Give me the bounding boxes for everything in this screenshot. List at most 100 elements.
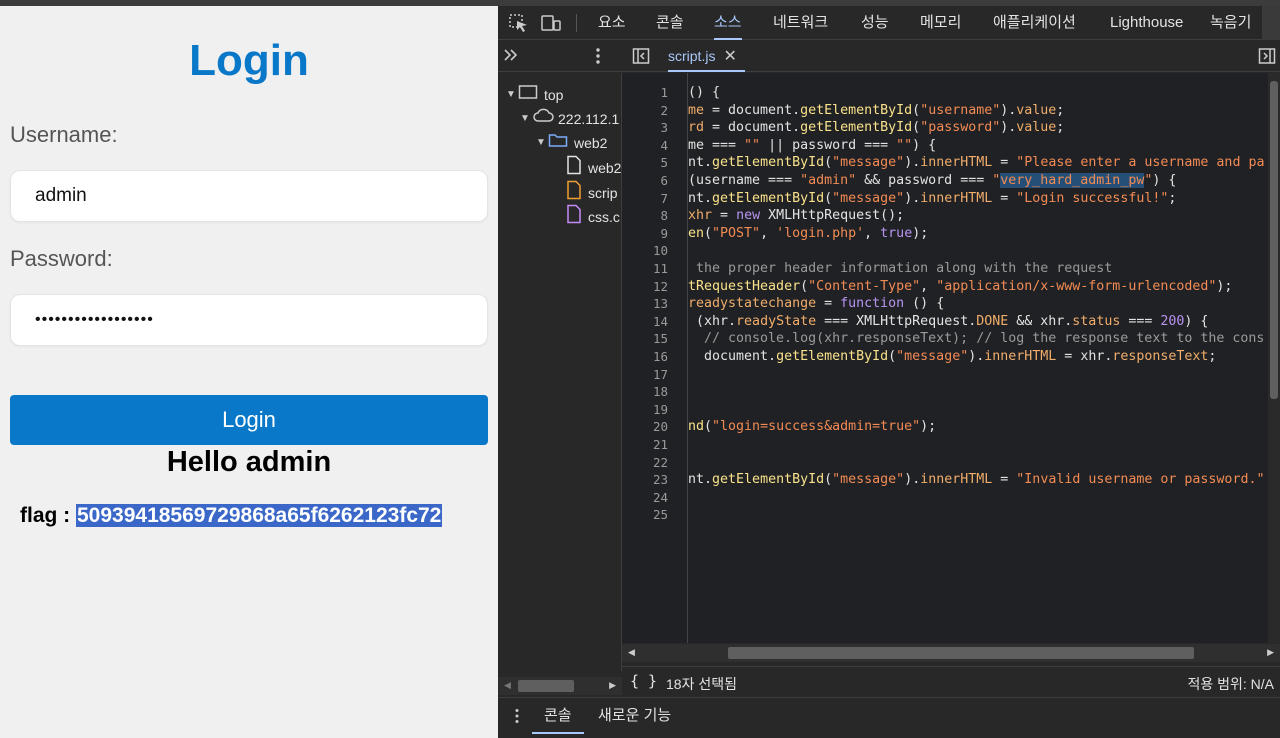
frame-icon xyxy=(518,83,538,107)
editor-vertical-scrollbar[interactable] xyxy=(1268,73,1280,643)
code-line-20: nd("login=success&admin=true"); xyxy=(688,419,937,435)
toggle-debugger-icon[interactable] xyxy=(1258,47,1276,68)
code-line-15: // console.log(xhr.responseText); // log… xyxy=(688,331,1265,347)
tab-elements[interactable]: 요소 xyxy=(598,6,626,40)
drawer-tab-whats-new[interactable]: 새로운 기능 xyxy=(598,698,671,734)
line-number[interactable]: 5 xyxy=(622,154,668,172)
selection-status: 18자 선택됨 xyxy=(666,676,737,692)
editor-horizontal-thumb[interactable] xyxy=(728,647,1194,659)
code-line-12: tRequestHeader("Content-Type", "applicat… xyxy=(688,278,1233,294)
line-number[interactable]: 15 xyxy=(622,330,668,348)
flag-value[interactable]: 50939418569729868a65f6262123fc72 xyxy=(76,504,443,527)
tree-item-file-html[interactable]: web2 xyxy=(566,155,622,180)
line-number[interactable]: 11 xyxy=(622,260,668,278)
file-tab-script[interactable]: script.js ✕ xyxy=(668,40,745,72)
scroll-right-icon[interactable]: ▶ xyxy=(1267,647,1274,658)
tab-memory[interactable]: 메모리 xyxy=(920,6,961,40)
line-number[interactable]: 22 xyxy=(622,454,668,472)
coverage-status: 적용 범위: N/A xyxy=(1187,676,1274,692)
code-line-11: the proper header information along with… xyxy=(688,261,1113,276)
code-line-4: me === "" || password === "") { xyxy=(688,137,937,153)
scroll-right-icon[interactable]: ▶ xyxy=(609,680,616,691)
tree-label: web2 xyxy=(588,160,622,176)
tab-application[interactable]: 애플리케이션 xyxy=(993,6,1076,40)
line-number[interactable]: 6 xyxy=(622,172,668,190)
tab-recorder[interactable]: 녹음기 xyxy=(1210,6,1251,40)
code-editor[interactable]: 1 2 3 4 5 6 7 8 9 10 11 12 13 14 15 16 1… xyxy=(622,73,1280,643)
line-number[interactable]: 18 xyxy=(622,383,668,401)
scroll-left-icon[interactable]: ◀ xyxy=(628,647,635,658)
css-file-icon xyxy=(566,204,582,231)
line-number[interactable]: 4 xyxy=(622,137,668,155)
code-line-2: me = document.getElementById("username")… xyxy=(688,102,1065,118)
code-line-3: rd = document.getElementById("password")… xyxy=(688,120,1065,136)
tab-sources[interactable]: 소스 xyxy=(714,6,742,40)
line-number[interactable]: 7 xyxy=(622,190,668,208)
line-number[interactable]: 12 xyxy=(622,278,668,296)
password-mask: •••••••••••••••••• xyxy=(35,311,154,328)
line-number[interactable]: 1 xyxy=(622,84,668,102)
code-line-7: nt.getElementById("message").innerHTML =… xyxy=(688,190,1177,206)
tree-item-file-css[interactable]: css.c xyxy=(566,204,620,231)
code-line-6: (username === "admin" && password === "v… xyxy=(688,173,1177,188)
tree-item-file-js[interactable]: scrip xyxy=(566,180,618,205)
code-line-1: () { xyxy=(688,85,721,100)
line-number[interactable]: 20 xyxy=(622,418,668,436)
line-number[interactable]: 8 xyxy=(622,207,668,225)
tab-network[interactable]: 네트워크 xyxy=(773,6,828,40)
line-number[interactable]: 9 xyxy=(622,225,668,243)
line-number[interactable]: 3 xyxy=(622,119,668,137)
drawer-menu-icon[interactable] xyxy=(514,708,520,727)
tree-label: 222.112.1 xyxy=(558,111,620,127)
tree-item-folder[interactable]: ▼ web2 xyxy=(536,131,607,155)
cloud-icon xyxy=(532,107,554,131)
tab-performance[interactable]: 성능 xyxy=(861,6,889,40)
code-line-16: document.getElementById("message").inner… xyxy=(688,349,1217,364)
pretty-print-icon[interactable]: { } xyxy=(630,672,657,690)
username-value: admin xyxy=(35,185,87,206)
line-number[interactable]: 14 xyxy=(622,313,668,331)
line-number-gutter: 1 2 3 4 5 6 7 8 9 10 11 12 13 14 15 16 1… xyxy=(622,73,688,643)
caret-down-icon: ▼ xyxy=(536,137,546,148)
navigator-scroll-thumb[interactable] xyxy=(518,680,574,692)
tree-item-host[interactable]: ▼ 222.112.1 xyxy=(520,107,619,131)
device-toolbar-icon[interactable] xyxy=(540,13,562,33)
close-icon[interactable]: ✕ xyxy=(723,48,736,65)
code-line-14: (xhr.readyState === XMLHttpRequest.DONE … xyxy=(688,313,1209,329)
scroll-left-icon[interactable]: ◀ xyxy=(504,680,511,691)
navigator-scrollbar[interactable]: ◀ ▶ xyxy=(498,677,622,695)
line-number[interactable]: 21 xyxy=(622,436,668,454)
page-title: Login xyxy=(189,36,309,85)
line-number[interactable]: 13 xyxy=(622,295,668,313)
tree-label: web2 xyxy=(574,135,608,151)
username-field[interactable]: admin xyxy=(10,170,488,222)
editor-vertical-thumb[interactable] xyxy=(1270,81,1278,399)
flag-label: flag : xyxy=(20,504,76,527)
line-number[interactable]: 2 xyxy=(622,102,668,120)
line-number[interactable]: 24 xyxy=(622,489,668,507)
devtools-drawer: 콘솔 새로운 기능 xyxy=(498,697,1280,738)
tab-console[interactable]: 콘솔 xyxy=(656,6,684,40)
more-panels-icon[interactable] xyxy=(502,46,520,67)
drawer-tab-console[interactable]: 콘솔 xyxy=(532,698,584,734)
password-label: Password: xyxy=(10,246,113,271)
line-number[interactable]: 16 xyxy=(622,348,668,366)
line-number[interactable]: 10 xyxy=(622,242,668,260)
tree-item-top[interactable]: ▼ top xyxy=(506,83,563,107)
tabbar-overflow[interactable] xyxy=(1262,6,1280,40)
kebab-menu-icon[interactable] xyxy=(594,47,602,68)
editor-horizontal-scrollbar[interactable]: ◀ ▶ xyxy=(622,644,1280,662)
line-number[interactable]: 19 xyxy=(622,401,668,419)
folder-icon xyxy=(548,131,568,155)
line-number[interactable]: 25 xyxy=(622,506,668,524)
password-field[interactable]: •••••••••••••••••• xyxy=(10,294,488,346)
line-number[interactable]: 23 xyxy=(622,471,668,489)
code-line-13: readystatechange = function () { xyxy=(688,296,945,312)
toggle-navigator-icon[interactable] xyxy=(632,47,650,68)
login-button[interactable]: Login xyxy=(10,395,488,445)
tab-lighthouse[interactable]: Lighthouse xyxy=(1110,6,1183,40)
hello-message: Hello admin xyxy=(166,446,332,478)
tree-label: scrip xyxy=(588,185,618,201)
line-number[interactable]: 17 xyxy=(622,366,668,384)
inspect-element-icon[interactable] xyxy=(508,13,530,33)
